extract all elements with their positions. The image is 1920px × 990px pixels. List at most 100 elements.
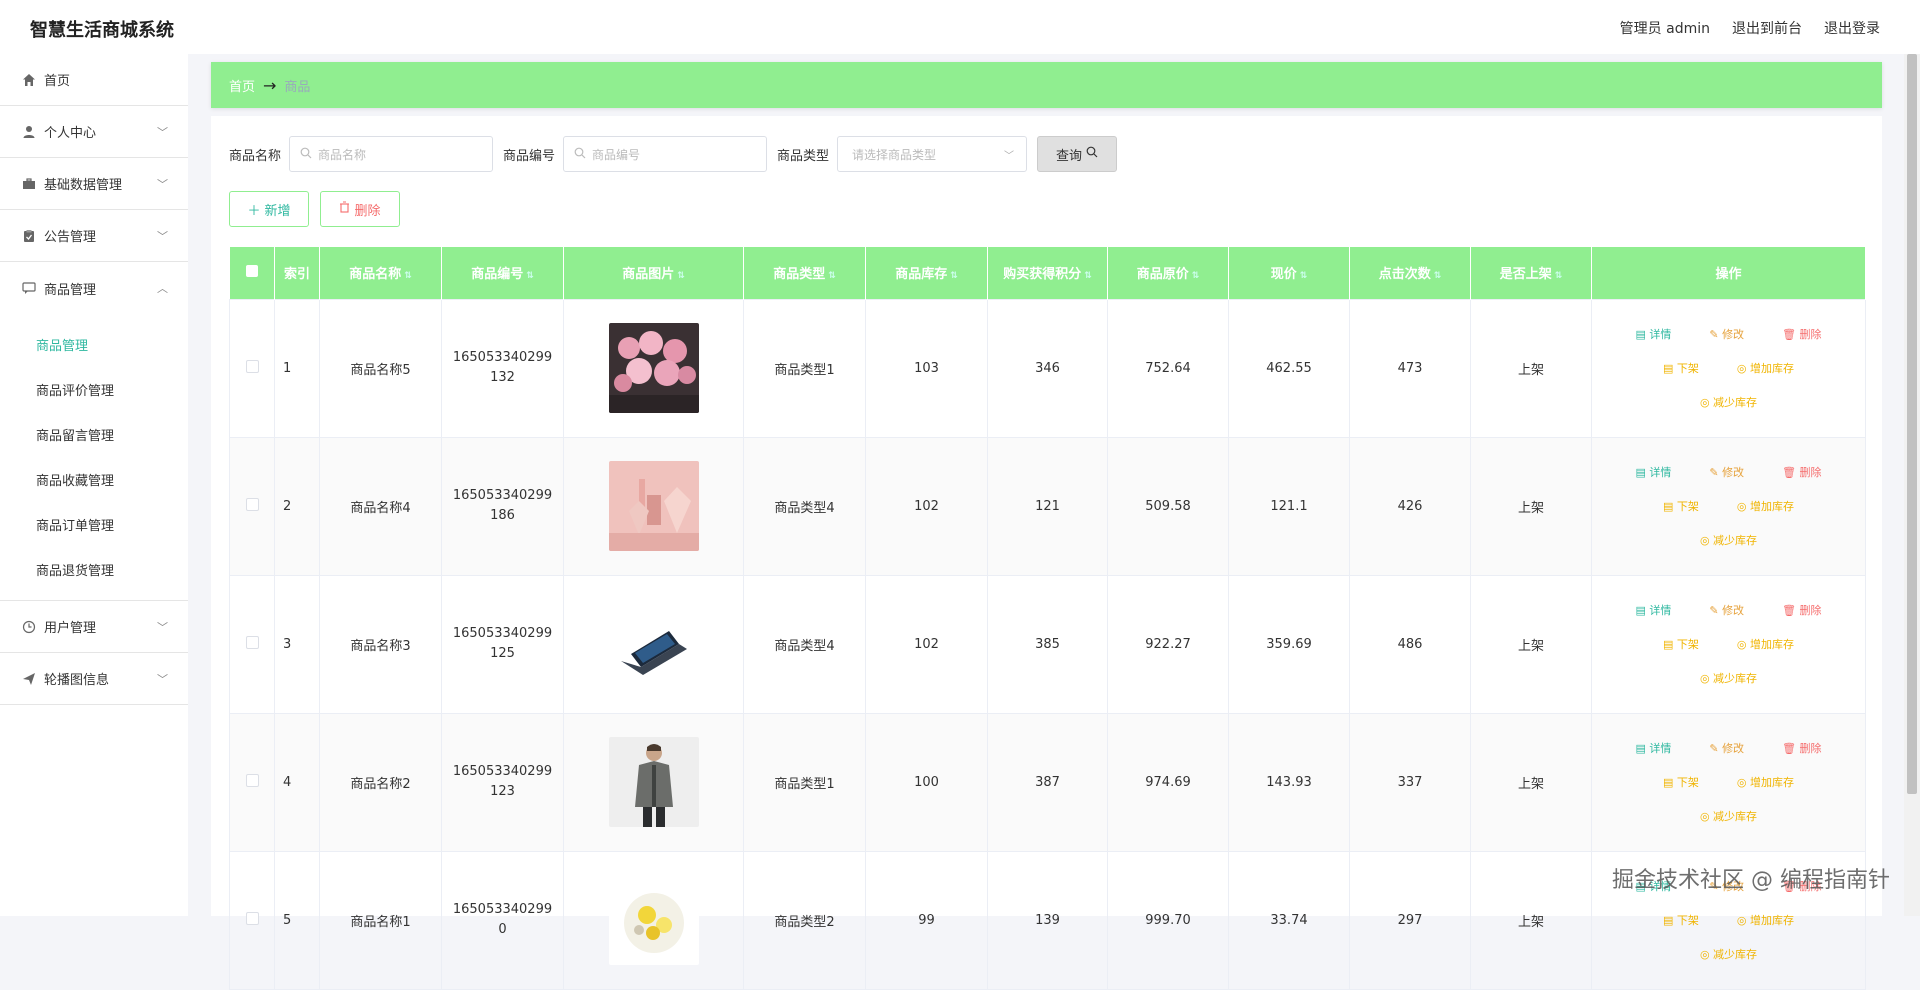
sidebar-item-users[interactable]: 用户管理 ﹀ xyxy=(0,601,188,653)
delete-button[interactable]: 🗑 删除 xyxy=(1782,740,1821,756)
cell-stock: 100 xyxy=(865,712,988,852)
delete-button[interactable]: 🗑 删除 xyxy=(1782,464,1821,480)
sidebar-item-home[interactable]: 首页 xyxy=(0,54,188,106)
submenu-goods-order[interactable]: 商品订单管理 xyxy=(0,502,188,547)
select-all-checkbox[interactable] xyxy=(245,264,258,277)
row-select-cell[interactable] xyxy=(229,298,275,438)
cell-current-price: 462.55 xyxy=(1228,298,1350,438)
breadcrumb-home[interactable]: 首页 xyxy=(229,76,255,95)
increase-stock-button[interactable]: ◎ 增加库存 xyxy=(1737,774,1794,790)
submenu-goods-review[interactable]: 商品评价管理 xyxy=(0,367,188,412)
decrease-stock-button[interactable]: ◎ 减少库存 xyxy=(1700,946,1757,962)
add-button[interactable]: ＋ 新增 xyxy=(229,191,309,227)
increase-stock-button[interactable]: ◎ 增加库存 xyxy=(1737,912,1794,928)
off-shelf-button[interactable]: ▤ 下架 xyxy=(1663,912,1699,928)
column-header[interactable]: 现价 ⇅ xyxy=(1228,247,1350,299)
column-header[interactable]: 商品编号 ⇅ xyxy=(441,247,564,299)
detail-button[interactable]: ▤ 详情 xyxy=(1635,326,1671,342)
row-select-cell[interactable] xyxy=(229,574,275,714)
cell-original-price: 752.64 xyxy=(1107,298,1229,438)
row-checkbox[interactable] xyxy=(245,497,259,511)
edit-button[interactable]: ✎ 修改 xyxy=(1709,464,1744,480)
delete-button[interactable]: 🗑 删除 xyxy=(1782,326,1821,342)
sidebar-item-label: 首页 xyxy=(44,74,71,89)
cell-operations: ▤ 详情 ✎ 修改 🗑 删除 ▤ 下架 ◎ 增加库存 ◎ 减少库存 xyxy=(1591,298,1866,438)
chevron-down-icon: ﹀ xyxy=(157,230,168,243)
increase-stock-button[interactable]: ◎ 增加库存 xyxy=(1737,498,1794,514)
table-row[interactable]: 2 商品名称4 165053340299186 商品类型4 102 121 509.58 12… xyxy=(229,436,1866,576)
increase-stock-button[interactable]: ◎ 增加库存 xyxy=(1737,360,1794,376)
column-header[interactable]: 商品图片 ⇅ xyxy=(563,247,744,299)
column-header[interactable]: 商品类型 ⇅ xyxy=(743,247,866,299)
decrease-stock-button[interactable]: ◎ 减少库存 xyxy=(1700,670,1757,686)
detail-button[interactable]: ▤ 详情 xyxy=(1635,602,1671,618)
chevron-up-icon: ︿ xyxy=(157,282,168,295)
row-select-cell[interactable] xyxy=(229,436,275,576)
batch-delete-button[interactable]: 删除 xyxy=(320,191,400,227)
select-all-header[interactable] xyxy=(229,247,275,299)
type-placeholder: 请选择商品类型 xyxy=(852,147,937,162)
row-checkbox[interactable] xyxy=(245,911,259,925)
cell-type: 商品类型4 xyxy=(743,574,866,714)
row-checkbox[interactable] xyxy=(245,635,259,649)
logout-link[interactable]: 退出登录 xyxy=(1824,18,1880,38)
submenu-goods-return[interactable]: 商品退货管理 xyxy=(0,547,188,592)
scrollbar-thumb[interactable] xyxy=(1907,54,1917,794)
table-row[interactable]: 4 商品名称2 165053340299123 商品类型1 100 387 974.69 14… xyxy=(229,712,1866,852)
cell-name: 商品名称1 xyxy=(319,850,442,990)
off-shelf-button[interactable]: ▤ 下架 xyxy=(1663,498,1699,514)
submenu-goods-favorite[interactable]: 商品收藏管理 xyxy=(0,457,188,502)
cell-name: 商品名称2 xyxy=(319,712,442,852)
sidebar-item-label: 商品管理 xyxy=(44,282,97,298)
page-scrollbar[interactable] xyxy=(1904,54,1920,916)
column-header[interactable]: 点击次数 ⇅ xyxy=(1349,247,1471,299)
row-checkbox[interactable] xyxy=(245,773,259,787)
cell-original-price: 922.27 xyxy=(1107,574,1229,714)
sidebar-item-goods[interactable]: 商品管理 ︿ xyxy=(0,262,188,314)
edit-button[interactable]: ✎ 修改 xyxy=(1709,602,1744,618)
off-shelf-button[interactable]: ▤ 下架 xyxy=(1663,636,1699,652)
submenu-goods-message[interactable]: 商品留言管理 xyxy=(0,412,188,457)
row-select-cell[interactable] xyxy=(229,850,275,990)
sidebar-item-basic-data[interactable]: 基础数据管理 ﹀ xyxy=(0,158,188,210)
column-header[interactable]: 商品名称 ⇅ xyxy=(319,247,442,299)
decrease-stock-button[interactable]: ◎ 减少库存 xyxy=(1700,808,1757,824)
sidebar-item-personal[interactable]: 个人中心 ﹀ xyxy=(0,106,188,158)
search-icon xyxy=(300,147,312,162)
name-search-input[interactable]: 商品名称 xyxy=(289,136,494,172)
table-row[interactable]: 3 商品名称3 165053340299125 商品类型4 102 385 922.27 35… xyxy=(229,574,1866,714)
delete-button[interactable]: 🗑 删除 xyxy=(1782,602,1821,618)
submenu-goods-manage[interactable]: 商品管理 xyxy=(0,322,188,367)
clipboard-icon xyxy=(22,229,36,243)
sidebar-item-notice[interactable]: 公告管理 ﹀ xyxy=(0,210,188,262)
cell-index: 4 xyxy=(274,712,320,852)
decrease-stock-button[interactable]: ◎ 减少库存 xyxy=(1700,394,1757,410)
column-header[interactable]: 商品原价 ⇅ xyxy=(1107,247,1229,299)
row-checkbox[interactable] xyxy=(245,359,259,373)
column-header[interactable]: 商品库存 ⇅ xyxy=(865,247,988,299)
sidebar: 首页 个人中心 ﹀ 基础数据管理 ﹀ 公告管理 ﹀ 商品管理 ︿ 商品管理 商品… xyxy=(0,54,188,916)
detail-button[interactable]: ▤ 详情 xyxy=(1635,740,1671,756)
detail-button[interactable]: ▤ 详情 xyxy=(1635,464,1671,480)
cell-current-price: 359.69 xyxy=(1228,574,1350,714)
code-search-input[interactable]: 商品编号 xyxy=(563,136,768,172)
column-header[interactable]: 是否上架 ⇅ xyxy=(1470,247,1592,299)
off-shelf-button[interactable]: ▤ 下架 xyxy=(1663,360,1699,376)
table-row[interactable]: 1 商品名称5 165053340299132 商品类型1 103 346 752.64 46… xyxy=(229,298,1866,438)
cell-stock: 103 xyxy=(865,298,988,438)
sidebar-item-carousel[interactable]: 轮播图信息 ﹀ xyxy=(0,653,188,705)
query-button[interactable]: 查询 xyxy=(1037,136,1118,172)
off-shelf-button[interactable]: ▤ 下架 xyxy=(1663,774,1699,790)
column-header[interactable]: 购买获得积分 ⇅ xyxy=(987,247,1108,299)
row-select-cell[interactable] xyxy=(229,712,275,852)
edit-button[interactable]: ✎ 修改 xyxy=(1709,740,1744,756)
decrease-stock-button[interactable]: ◎ 减少库存 xyxy=(1700,532,1757,548)
cell-code: 165053340299186 xyxy=(441,436,564,576)
watermark-text: 掘金技术社区 @ 编程指南针 xyxy=(1612,868,1890,893)
to-front-link[interactable]: 退出到前台 xyxy=(1732,18,1802,38)
edit-button[interactable]: ✎ 修改 xyxy=(1709,326,1744,342)
cell-operations: ▤ 详情 ✎ 修改 🗑 删除 ▤ 下架 ◎ 增加库存 ◎ 减少库存 xyxy=(1591,574,1866,714)
type-select[interactable]: 请选择商品类型 ﹀ xyxy=(837,136,1028,172)
increase-stock-button[interactable]: ◎ 增加库存 xyxy=(1737,636,1794,652)
product-image-food xyxy=(608,875,699,965)
